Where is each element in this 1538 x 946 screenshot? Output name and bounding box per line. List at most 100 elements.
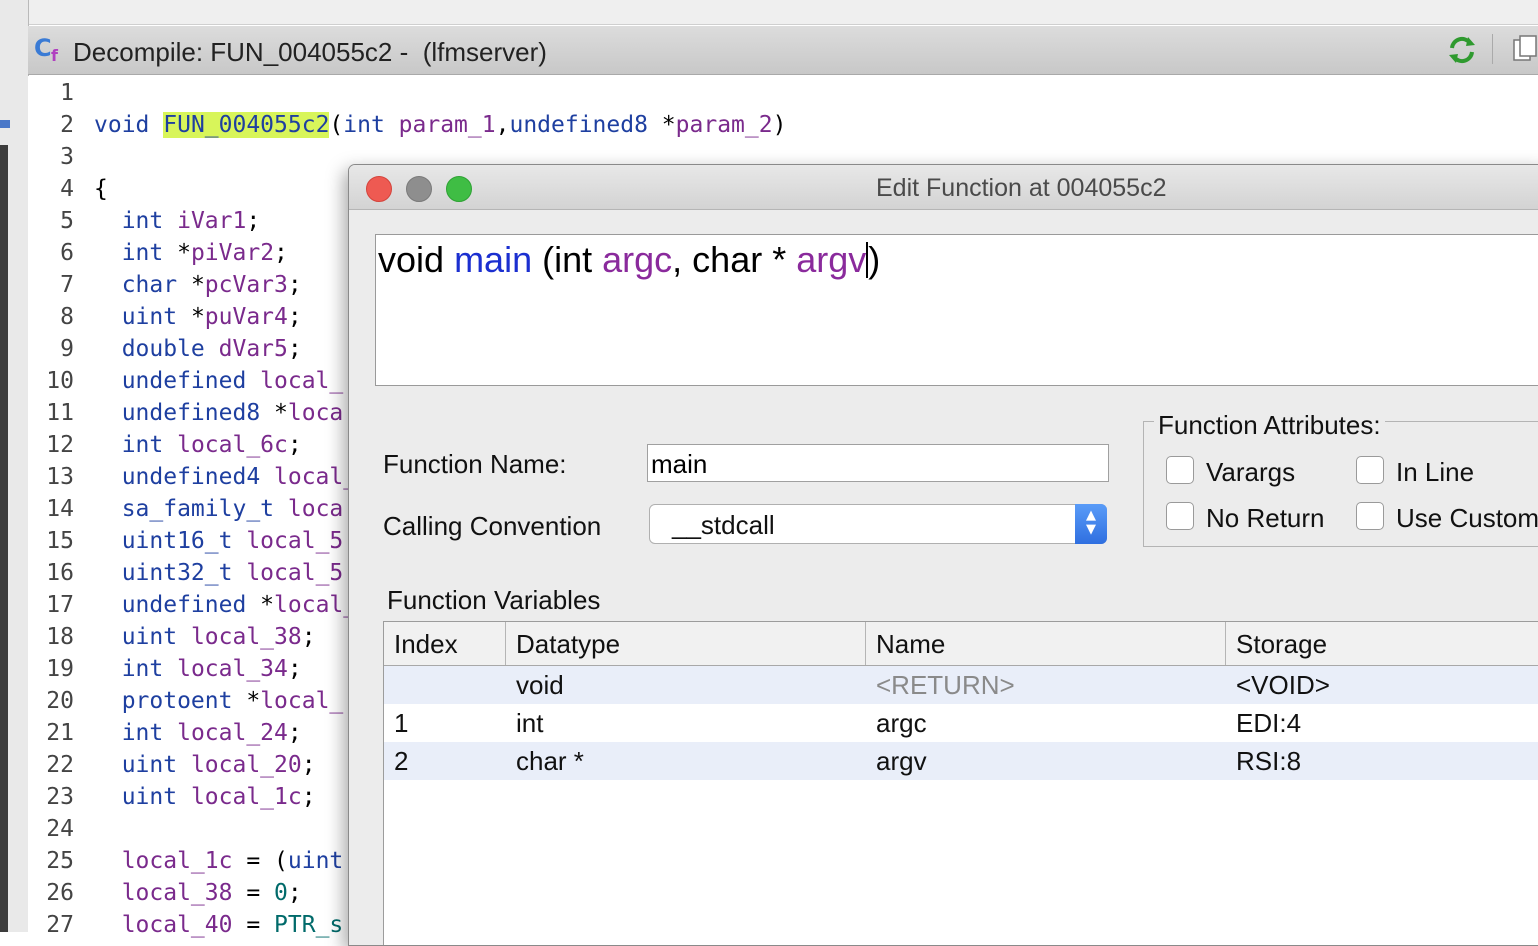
code-line[interactable]: uint *puVar4; — [94, 304, 302, 330]
code-token: local_40 — [94, 912, 233, 938]
inline-checkbox[interactable] — [1356, 456, 1384, 484]
line-number: 15 — [46, 528, 74, 554]
code-token: uint32_t — [94, 560, 247, 586]
code-line[interactable]: int local_6c; — [94, 432, 302, 458]
close-button[interactable] — [366, 176, 392, 202]
code-token: int — [94, 720, 178, 746]
line-number: 9 — [60, 336, 74, 362]
code-token: ; — [287, 432, 302, 458]
code-token: uint — [94, 784, 191, 810]
calling-convention-value: __stdcall — [672, 510, 775, 540]
column-header-index[interactable]: Index — [384, 622, 506, 665]
top-toolbar-strip — [0, 0, 1538, 25]
use-custom-label: Use Custom — [1396, 503, 1538, 533]
signature-editor[interactable]: void main (int argc, char * argv) — [375, 234, 1538, 386]
line-number: 8 — [60, 304, 74, 330]
chevron-updown-icon[interactable]: ▲ ▼ — [1075, 504, 1107, 544]
decompiler-icon: Cf — [34, 34, 58, 65]
code-line[interactable]: local_38 = 0; — [94, 880, 302, 906]
function-name-input[interactable]: main — [647, 444, 1109, 482]
sig-param-1: argc — [602, 239, 673, 280]
code-token: ) — [772, 112, 787, 138]
code-line[interactable]: int local_24; — [94, 720, 302, 746]
table-row[interactable]: 1 int argc EDI:4 — [384, 704, 1538, 742]
code-token: local_38 — [190, 624, 302, 650]
cell-index: 1 — [394, 708, 409, 738]
code-line[interactable]: undefined4 local_ — [94, 464, 357, 490]
code-token: ; — [301, 752, 316, 778]
cell-name: argc — [876, 708, 927, 738]
column-header-datatype[interactable]: Datatype — [506, 622, 866, 665]
code-line[interactable]: undefined local_ — [94, 368, 344, 394]
code-token: double — [94, 336, 219, 362]
line-number: 22 — [46, 752, 74, 778]
code-line[interactable]: { — [94, 176, 108, 202]
calling-convention-label: Calling Convention — [383, 511, 602, 541]
code-line[interactable]: int local_34; — [94, 656, 302, 682]
decompile-title-bar: Cf Decompile: FUN_004055c2 - (lfmserver) — [28, 26, 1538, 75]
code-token: undefined — [94, 368, 261, 394]
code-token: ; — [274, 240, 288, 266]
signature-text: void main (int argc, char * argv) — [378, 239, 880, 281]
code-line[interactable]: uint local_1c; — [94, 784, 316, 810]
code-line[interactable]: uint32_t local_5 — [94, 560, 344, 586]
code-line[interactable]: int *piVar2; — [94, 240, 288, 266]
code-token: local_ — [274, 464, 358, 490]
code-token: piVar2 — [190, 240, 275, 266]
zoom-button[interactable] — [446, 176, 472, 202]
cell-index — [384, 666, 394, 704]
cell-name: argv — [876, 746, 927, 776]
selection-marker — [0, 120, 10, 128]
code-token: ; — [287, 336, 302, 362]
line-number: 4 — [60, 176, 74, 202]
code-line[interactable]: double dVar5; — [94, 336, 302, 362]
code-token: void — [94, 112, 164, 138]
column-header-storage[interactable]: Storage — [1226, 622, 1538, 665]
code-line[interactable]: local_1c = (uint — [94, 848, 344, 874]
line-number: 27 — [46, 912, 74, 938]
code-line[interactable]: void FUN_004055c2(int param_1,undefined8… — [94, 112, 786, 138]
code-token: param_2 — [675, 112, 773, 138]
code-token: local_1c — [190, 784, 302, 810]
code-line[interactable]: undefined8 *loca — [94, 400, 344, 426]
code-token: int — [94, 240, 178, 266]
code-line[interactable]: uint local_38; — [94, 624, 316, 650]
line-number: 5 — [60, 208, 74, 234]
code-token: ; — [287, 720, 302, 746]
code-line[interactable]: uint16_t local_5 — [94, 528, 344, 554]
refresh-icon[interactable] — [1446, 34, 1478, 66]
cell-storage: <VOID> — [1236, 670, 1330, 700]
sig-open: (int — [542, 239, 593, 280]
code-token: ; — [301, 784, 316, 810]
table-row[interactable]: 2 char * argv RSI:8 — [384, 742, 1538, 780]
line-number: 26 — [46, 880, 74, 906]
varargs-label: Varargs — [1206, 457, 1296, 487]
code-token: local_24 — [177, 720, 288, 746]
code-token: local_38 — [94, 880, 233, 906]
code-line[interactable]: char *pcVar3; — [94, 272, 302, 298]
copy-icon[interactable] — [1512, 34, 1538, 64]
column-header-name[interactable]: Name — [866, 622, 1226, 665]
code-token: ; — [246, 208, 261, 234]
calling-convention-select[interactable]: __stdcall ▲ ▼ — [649, 504, 1107, 544]
code-line[interactable]: sa_family_t loca — [94, 496, 344, 522]
code-token: protoent — [94, 688, 247, 714]
table-row[interactable]: void <RETURN> <VOID> — [384, 666, 1538, 704]
edit-function-dialog: Edit Function at 004055c2 void main (int… — [348, 164, 1538, 946]
noreturn-checkbox[interactable] — [1166, 502, 1194, 530]
code-token: dVar5 — [218, 336, 288, 362]
code-token: = — [232, 880, 275, 906]
minimize-button[interactable] — [406, 176, 432, 202]
code-line[interactable]: int iVar1; — [94, 208, 261, 234]
code-line[interactable]: uint local_20; — [94, 752, 316, 778]
code-token: local_ — [274, 592, 358, 618]
sig-return-type: void — [378, 239, 445, 280]
use-custom-checkbox[interactable] — [1356, 502, 1384, 530]
cell-datatype: void — [516, 670, 564, 700]
varargs-checkbox[interactable] — [1166, 456, 1194, 484]
code-token: undefined4 — [94, 464, 275, 490]
code-line[interactable]: protoent *local_ — [94, 688, 344, 714]
code-line[interactable]: undefined *local_ — [94, 592, 357, 618]
table-header: Index Datatype Name Storage — [384, 622, 1538, 666]
code-line[interactable]: local_40 = PTR_s — [94, 912, 344, 938]
